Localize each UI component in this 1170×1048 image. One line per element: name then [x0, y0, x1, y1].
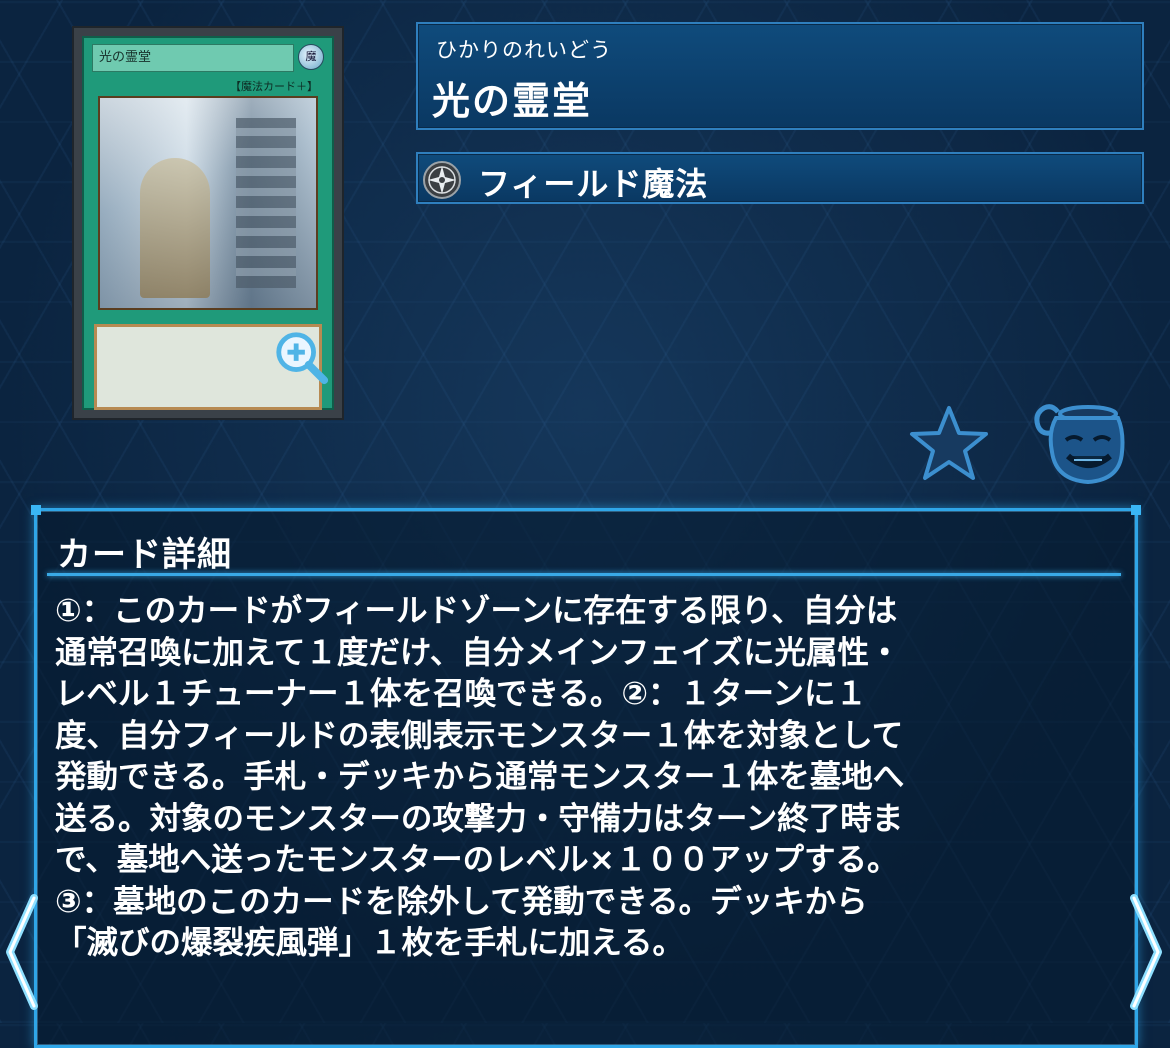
pot-of-greed-icon[interactable]	[1030, 402, 1126, 486]
card-detail-panel: カード詳細 ①：このカードがフィールドゾーンに存在する限り、自分は 通常召喚に加…	[31, 505, 1141, 1048]
card-name: 光の霊堂	[432, 79, 593, 123]
field-spell-icon	[423, 161, 461, 199]
star-icon[interactable]	[908, 404, 990, 482]
card-art-type-line: 【魔法カード＋】	[230, 80, 318, 93]
detail-title: カード詳細	[57, 535, 232, 575]
card-name-ruby: ひかりのれいどう	[436, 38, 612, 62]
card-effect-text: ①：このカードがフィールドゾーンに存在する限り、自分は 通常召喚に加えて１度だけ…	[55, 593, 905, 961]
card-name-panel: ひかりのれいどう 光の霊堂	[416, 22, 1144, 130]
magnifier-plus-icon[interactable]	[272, 328, 330, 386]
card-type-panel: フィールド魔法	[416, 152, 1144, 204]
chevron-right-icon[interactable]	[1126, 892, 1168, 1012]
card-attribute-icon: 魔	[298, 44, 324, 70]
card-type-label: フィールド魔法	[478, 165, 709, 203]
chevron-left-icon[interactable]	[0, 892, 42, 1012]
panel-corner	[1131, 505, 1141, 515]
card-art-name: 光の霊堂	[92, 44, 294, 72]
panel-corner	[31, 505, 41, 515]
card-image[interactable]: 光の霊堂 魔 【魔法カード＋】	[72, 26, 344, 420]
detail-divider	[47, 573, 1121, 576]
card-artwork	[98, 96, 318, 310]
